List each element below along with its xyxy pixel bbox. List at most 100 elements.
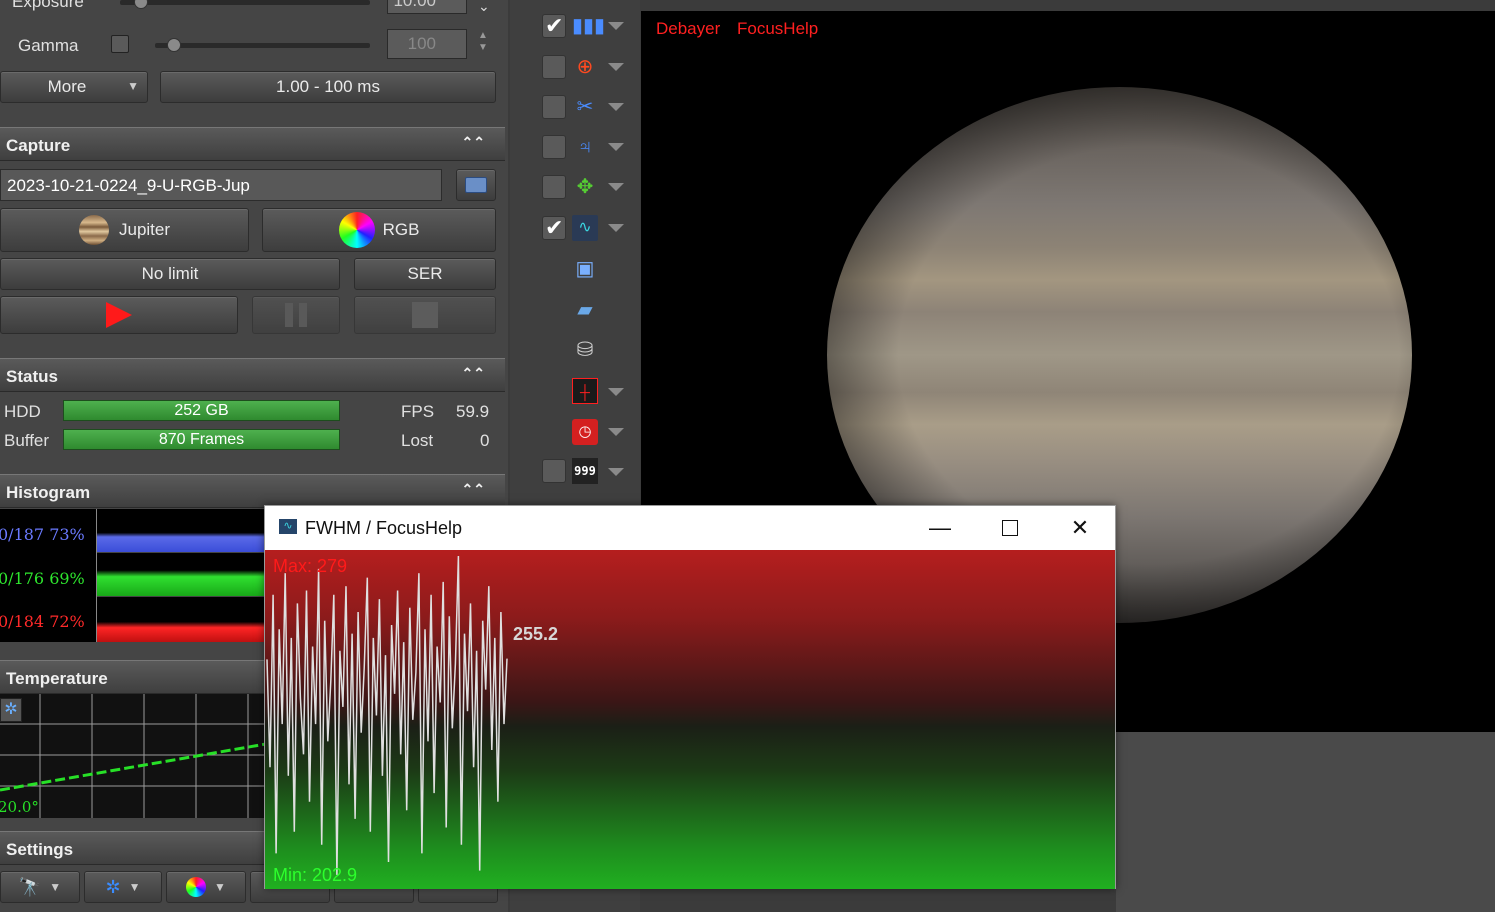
counter-icon[interactable]: 999 <box>572 458 598 484</box>
chevron-down-icon[interactable]: ⌄ <box>478 0 490 15</box>
capture-limit-button[interactable]: No limit <box>0 258 340 290</box>
start-capture-button[interactable] <box>0 296 238 334</box>
histogram-blue-channel <box>97 509 267 553</box>
scissors-icon[interactable]: ✂ <box>572 94 598 120</box>
rgb-color-wheel-icon <box>338 212 375 248</box>
capture-format-button[interactable]: SER <box>354 258 496 290</box>
capture-filename-field[interactable]: 2023-10-21-0224_9-U-RGB-Jup <box>0 169 442 201</box>
fwhm-window-titlebar[interactable]: ∿ FWHM / FocusHelp — ✕ <box>265 506 1115 550</box>
chevron-down-icon[interactable] <box>608 468 624 476</box>
temperature-graph: ✲ 20.0° <box>0 694 267 818</box>
pause-capture-button[interactable] <box>252 296 340 334</box>
exposure-value-field[interactable]: 10.00 <box>387 0 467 14</box>
gear-icon: ✲ <box>105 876 121 897</box>
crosshair-icon[interactable]: ⊕ <box>572 54 598 80</box>
lost-value: 0 <box>480 431 490 450</box>
focus-graph-icon[interactable]: ∿ <box>572 215 598 241</box>
histogram-green-stats: 0/176 69% <box>0 569 85 588</box>
close-button[interactable]: ✕ <box>1045 506 1115 550</box>
trash-icon[interactable]: ⛁ <box>572 337 598 363</box>
jupiter-symbol-icon[interactable]: ♃ <box>572 134 598 160</box>
preview-background-area <box>1116 732 1495 912</box>
telescope-icon: 🔭 <box>18 876 42 897</box>
gamma-label: Gamma <box>18 36 79 55</box>
more-label: More <box>47 77 87 96</box>
chevron-down-icon[interactable] <box>608 224 624 232</box>
histogram-stats-area: 0/187 73% 0/176 69% 0/184 72% <box>0 509 96 642</box>
minimize-icon: — <box>929 515 951 540</box>
color-settings-button[interactable]: ▼ <box>166 871 246 903</box>
move-toggle-checkbox[interactable] <box>542 175 566 199</box>
object-jupiter-button[interactable]: Jupiter <box>0 208 249 252</box>
gear-settings-button[interactable]: ✲ ▼ <box>84 871 162 903</box>
histogram-blue-stats: 0/187 73% <box>0 525 85 544</box>
capture-header[interactable]: Capture ⌃⌃ <box>0 127 505 161</box>
play-icon <box>106 302 132 328</box>
maximize-icon <box>1002 520 1018 536</box>
focushelp-overlay-label[interactable]: FocusHelp <box>737 19 818 39</box>
exposure-label: Exposure <box>12 0 84 11</box>
collapse-icon[interactable]: ⌃⌃ <box>462 481 485 498</box>
gamma-value-field[interactable]: 100 <box>387 29 467 59</box>
gamma-spinner[interactable]: ▲ ▼ <box>478 30 492 54</box>
fps-label: FPS <box>401 402 435 421</box>
clock-icon[interactable]: ◷ <box>572 419 598 445</box>
histogram-green-channel <box>97 553 267 597</box>
temperature-value: 20.0° <box>0 798 39 816</box>
fps-value: 59.9 <box>456 402 490 421</box>
maximize-button[interactable] <box>975 506 1045 550</box>
collapse-icon[interactable]: ⌃⌃ <box>462 365 485 382</box>
fwhm-chart: Max: 279 Min: 202.9 255.2 <box>265 550 1115 889</box>
debayer-overlay-label[interactable]: Debayer <box>656 19 720 39</box>
fwhm-focushelp-window: ∿ FWHM / FocusHelp — ✕ Max: 279 Min: 202… <box>264 505 1116 889</box>
chevron-down-icon[interactable] <box>608 22 624 30</box>
histogram-header-label: Histogram <box>6 483 91 502</box>
gamma-slider[interactable] <box>155 43 370 48</box>
move-arrows-icon[interactable]: ✥ <box>572 174 598 200</box>
chevron-down-icon[interactable] <box>608 388 624 396</box>
histogram-icon[interactable]: ▮▮▮ <box>572 13 605 39</box>
chevron-down-icon: ▼ <box>49 880 62 894</box>
minimize-button[interactable]: — <box>905 506 975 550</box>
filter-rgb-button[interactable]: RGB <box>262 208 496 252</box>
gamma-checkbox[interactable] <box>111 35 129 53</box>
more-dropdown[interactable]: More ▼ <box>0 71 148 103</box>
fwhm-window-title: FWHM / FocusHelp <box>305 518 463 538</box>
histogram-header[interactable]: Histogram ⌃⌃ <box>0 474 505 508</box>
temperature-grid <box>0 694 267 818</box>
gamma-slider-thumb[interactable] <box>167 38 181 52</box>
exposure-slider-thumb[interactable] <box>134 0 148 9</box>
chevron-down-icon[interactable] <box>608 183 624 191</box>
capture-folder-button[interactable] <box>456 169 496 201</box>
camera-icon <box>465 177 487 193</box>
folder-icon[interactable]: ▰ <box>572 297 598 323</box>
focus-help-toggle-checkbox[interactable] <box>542 215 566 241</box>
capture-image-icon[interactable]: ▣ <box>572 256 598 282</box>
chevron-down-icon[interactable] <box>608 143 624 151</box>
scissors-toggle-checkbox[interactable] <box>542 95 566 119</box>
fwhm-series-line <box>266 555 508 875</box>
roi-icon[interactable]: ┼ <box>572 378 598 404</box>
buffer-bar: 870 Frames <box>63 429 340 450</box>
stop-capture-button[interactable] <box>354 296 496 334</box>
histogram-toggle-checkbox[interactable] <box>542 13 566 39</box>
chevron-down-icon[interactable] <box>608 103 624 111</box>
exposure-slider[interactable] <box>120 0 370 5</box>
buffer-label: Buffer <box>4 431 50 450</box>
chevron-down-icon[interactable] <box>608 63 624 71</box>
temperature-header-label: Temperature <box>6 669 108 688</box>
telescope-settings-button[interactable]: 🔭 ▼ <box>0 871 80 903</box>
jupiter-tool-toggle-checkbox[interactable] <box>542 135 566 159</box>
collapse-icon[interactable]: ⌃⌃ <box>462 134 485 151</box>
object-label: Jupiter <box>118 220 171 239</box>
temperature-settings-gear-icon[interactable]: ✲ <box>0 698 22 722</box>
jupiter-planet-icon <box>78 215 109 245</box>
status-header[interactable]: Status ⌃⌃ <box>0 358 505 392</box>
chevron-down-icon: ▼ <box>128 880 141 894</box>
chevron-down-icon[interactable] <box>608 428 624 436</box>
counter-toggle-checkbox[interactable] <box>542 459 566 483</box>
exposure-range-button[interactable]: 1.00 - 100 ms <box>160 71 496 103</box>
crosshair-toggle-checkbox[interactable] <box>542 55 566 79</box>
settings-header-label: Settings <box>6 840 74 859</box>
hdd-space-bar: 252 GB <box>63 400 340 421</box>
